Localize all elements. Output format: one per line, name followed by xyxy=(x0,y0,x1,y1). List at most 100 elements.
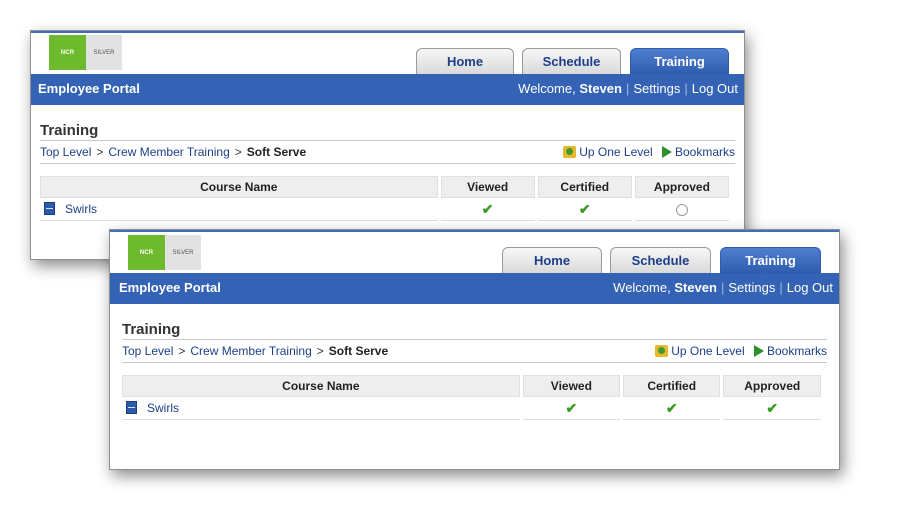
bookmark-icon xyxy=(661,146,672,158)
bookmark-icon xyxy=(753,345,764,357)
separator: | xyxy=(684,81,688,96)
column-certified[interactable]: Certified xyxy=(537,176,632,198)
course-table: Course Name Viewed Certified Approved Sw… xyxy=(37,176,732,221)
user-menu: Welcome, Steven | Settings | Log Out xyxy=(518,81,738,96)
level-actions: Up One Level Bookmarks xyxy=(557,141,735,163)
ncr-silver-logo: NCR SILVER xyxy=(49,35,122,70)
tab-schedule[interactable]: Schedule xyxy=(610,247,711,273)
course-file-icon xyxy=(126,401,137,414)
check-icon: ✔ xyxy=(578,200,591,217)
portal-title: Employee Portal xyxy=(119,280,221,295)
breadcrumb-separator: > xyxy=(178,344,186,358)
settings-link[interactable]: Settings xyxy=(728,280,775,295)
breadcrumb: Top Level > Crew Member Training > Soft Serv… xyxy=(40,145,306,159)
page-title: Training xyxy=(40,122,735,141)
user-menu: Welcome, Steven | Settings | Log Out xyxy=(613,280,833,295)
welcome-text: Welcome, xyxy=(518,81,580,96)
portal-title: Employee Portal xyxy=(38,81,140,96)
viewed-cell: ✔ xyxy=(440,198,535,221)
ncr-logo-mark: NCR xyxy=(49,35,86,70)
up-one-level-label: Up One Level xyxy=(671,344,745,358)
portal-window-after: NCR SILVER Home Schedule Training Employ… xyxy=(109,229,840,470)
course-name: Swirls xyxy=(65,202,97,216)
course-file-icon xyxy=(44,202,55,215)
top-header: NCR SILVER Home Schedule Training xyxy=(31,31,744,74)
course-name-cell[interactable]: Swirls xyxy=(122,397,520,420)
page-title: Training xyxy=(122,321,827,340)
breadcrumb-top-level[interactable]: Top Level xyxy=(40,145,91,159)
breadcrumb-current: Soft Serve xyxy=(328,344,389,358)
ncr-logo-mark: NCR xyxy=(128,235,165,270)
course-name-cell[interactable]: Swirls xyxy=(40,198,438,221)
approved-cell: ✔ xyxy=(723,397,821,420)
portal-bar: Employee Portal Welcome, Steven | Settings… xyxy=(31,74,744,105)
main-content: Training Top Level > Crew Member Training >… xyxy=(110,321,839,420)
column-viewed[interactable]: Viewed xyxy=(522,375,621,397)
bookmarks-label: Bookmarks xyxy=(674,145,735,159)
bookmarks-label: Bookmarks xyxy=(766,344,827,358)
user-name: Steven xyxy=(579,81,622,96)
course-table: Course Name Viewed Certified Approved Sw… xyxy=(119,375,824,420)
top-header: NCR SILVER Home Schedule Training xyxy=(110,230,839,273)
header-accent-line xyxy=(31,31,744,33)
portal-bar: Employee Portal Welcome, Steven | Settings… xyxy=(110,273,839,304)
ncr-silver-logo: NCR SILVER xyxy=(128,235,201,270)
empty-circle-icon xyxy=(675,203,688,216)
viewed-cell: ✔ xyxy=(522,397,621,420)
silver-logo-text: SILVER xyxy=(165,235,201,270)
table-header-row: Course Name Viewed Certified Approved xyxy=(40,176,729,198)
breadcrumb-row: Top Level > Crew Member Training > Soft Serv… xyxy=(40,141,735,164)
course-name: Swirls xyxy=(147,401,179,415)
level-actions: Up One Level Bookmarks xyxy=(649,340,827,362)
bookmarks-link[interactable]: Bookmarks xyxy=(661,145,735,159)
up-one-level-link[interactable]: Up One Level xyxy=(655,344,745,358)
silver-logo-text: SILVER xyxy=(86,35,122,70)
approved-cell xyxy=(634,198,729,221)
certified-cell: ✔ xyxy=(537,198,632,221)
check-icon: ✔ xyxy=(665,399,678,416)
check-icon: ✔ xyxy=(481,200,494,217)
tab-training[interactable]: Training xyxy=(630,48,729,74)
column-course-name[interactable]: Course Name xyxy=(40,176,438,198)
column-approved[interactable]: Approved xyxy=(634,176,729,198)
certified-cell: ✔ xyxy=(623,397,721,420)
user-name: Steven xyxy=(674,280,717,295)
tab-home[interactable]: Home xyxy=(416,48,514,74)
up-one-level-label: Up One Level xyxy=(579,145,653,159)
check-icon: ✔ xyxy=(766,399,779,416)
column-certified[interactable]: Certified xyxy=(623,375,721,397)
settings-link[interactable]: Settings xyxy=(633,81,680,96)
breadcrumb-separator: > xyxy=(316,344,324,358)
breadcrumb-crew-member-training[interactable]: Crew Member Training xyxy=(190,344,311,358)
breadcrumb-current: Soft Serve xyxy=(246,145,307,159)
header-accent-line xyxy=(110,230,839,232)
breadcrumb-separator: > xyxy=(96,145,104,159)
portal-window-before: NCR SILVER Home Schedule Training Employ… xyxy=(30,30,745,260)
separator: | xyxy=(720,280,725,295)
breadcrumb: Top Level > Crew Member Training > Soft Serv… xyxy=(122,344,388,358)
tab-training[interactable]: Training xyxy=(720,247,821,273)
separator: | xyxy=(625,81,630,96)
tab-home[interactable]: Home xyxy=(502,247,602,273)
main-content: Training Top Level > Crew Member Training >… xyxy=(31,122,744,221)
up-level-icon xyxy=(563,146,577,158)
logout-link[interactable]: Log Out xyxy=(692,81,738,96)
column-approved[interactable]: Approved xyxy=(723,375,821,397)
check-icon: ✔ xyxy=(565,399,578,416)
welcome-text: Welcome, xyxy=(613,280,675,295)
table-row: Swirls ✔ ✔ xyxy=(40,198,729,221)
bookmarks-link[interactable]: Bookmarks xyxy=(753,344,827,358)
table-header-row: Course Name Viewed Certified Approved xyxy=(122,375,821,397)
breadcrumb-crew-member-training[interactable]: Crew Member Training xyxy=(108,145,229,159)
column-course-name[interactable]: Course Name xyxy=(122,375,520,397)
breadcrumb-top-level[interactable]: Top Level xyxy=(122,344,173,358)
breadcrumb-row: Top Level > Crew Member Training > Soft Serv… xyxy=(122,340,827,363)
up-one-level-link[interactable]: Up One Level xyxy=(563,145,653,159)
tab-schedule[interactable]: Schedule xyxy=(522,48,621,74)
breadcrumb-separator: > xyxy=(234,145,242,159)
column-viewed[interactable]: Viewed xyxy=(440,176,535,198)
logout-link[interactable]: Log Out xyxy=(787,280,833,295)
up-level-icon xyxy=(655,345,669,357)
table-row: Swirls ✔ ✔ ✔ xyxy=(122,397,821,420)
separator: | xyxy=(779,280,783,295)
